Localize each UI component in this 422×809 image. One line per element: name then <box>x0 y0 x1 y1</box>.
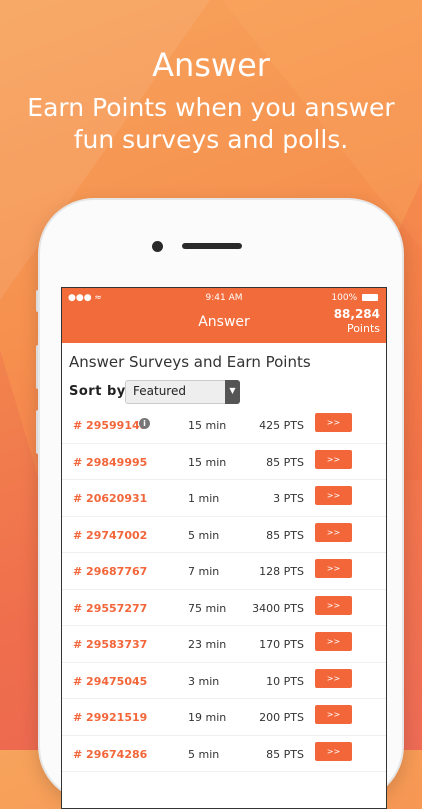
battery-percent: 100% <box>331 293 358 303</box>
survey-points: 425 PTS <box>259 419 304 432</box>
survey-duration: 5 min <box>188 528 220 542</box>
survey-row[interactable]: # 29674286 5 min 85 PTS >> <box>62 736 386 772</box>
survey-duration: 5 min <box>188 747 220 761</box>
survey-row[interactable]: # 29557277 75 min 3400 PTS >> <box>62 590 386 626</box>
survey-row[interactable]: # 29599148 i 15 min 425 PTS >> <box>62 407 386 444</box>
start-survey-button[interactable]: >> <box>315 668 352 688</box>
survey-id[interactable]: # 29687767 <box>73 565 147 578</box>
start-survey-button[interactable]: >> <box>315 449 352 469</box>
survey-duration: 1 min <box>188 492 220 505</box>
start-survey-button[interactable]: >> <box>315 632 352 651</box>
survey-id[interactable]: # 29583737 <box>73 638 147 651</box>
survey-duration: 23 min <box>188 638 227 651</box>
survey-duration: 15 min <box>188 419 227 432</box>
survey-id[interactable]: # 29674286 <box>73 748 147 761</box>
status-bar: ●●● ≈ 9:41 AM 100% <box>62 291 386 305</box>
survey-id[interactable]: # 29921519 <box>73 711 147 724</box>
start-survey-button[interactable]: >> <box>315 705 352 724</box>
start-survey-button[interactable]: >> <box>315 486 352 505</box>
survey-points: 85 PTS <box>266 528 304 542</box>
battery-indicator: 100% <box>331 293 378 303</box>
points-value: 88,284 <box>333 307 380 321</box>
start-survey-button[interactable]: >> <box>315 413 352 432</box>
survey-points: 170 PTS <box>259 638 304 651</box>
survey-points: 85 PTS <box>266 747 304 761</box>
survey-row[interactable]: # 20620931 1 min 3 PTS >> <box>62 480 386 517</box>
points-label: Points <box>346 322 380 335</box>
phone-frame: ●●● ≈ 9:41 AM 100% Answer 88,284 Points … <box>40 200 402 809</box>
survey-id[interactable]: # 29849995 <box>73 456 147 469</box>
page-heading: Answer Surveys and Earn Points <box>69 353 311 371</box>
sort-label: Sort by: <box>69 384 132 399</box>
camera-icon <box>152 241 163 252</box>
survey-row[interactable]: # 29475045 3 min 10 PTS >> <box>62 663 386 699</box>
survey-id[interactable]: # 29599148 <box>73 419 147 432</box>
survey-id[interactable]: # 29747002 <box>73 529 147 542</box>
points-balance[interactable]: 88,284 Points <box>334 307 380 336</box>
survey-row[interactable]: # 29921519 19 min 200 PTS >> <box>62 699 386 736</box>
promo-title: Answer <box>152 46 270 84</box>
sort-select-value: Featured <box>133 384 186 398</box>
survey-points: 85 PTS <box>266 455 304 469</box>
app-bar: ●●● ≈ 9:41 AM 100% Answer 88,284 Points <box>62 288 386 343</box>
speaker-grille <box>182 243 242 249</box>
survey-duration: 19 min <box>188 711 227 724</box>
survey-points: 10 PTS <box>266 674 304 688</box>
promo-subtitle-line: Earn Points when you answer <box>27 93 395 122</box>
promo-subtitle-line: fun surveys and polls. <box>73 125 349 154</box>
survey-row[interactable]: # 29583737 23 min 170 PTS >> <box>62 626 386 663</box>
promo-subtitle: Earn Points when you answer fun surveys … <box>0 92 422 156</box>
survey-points: 3 PTS <box>273 492 304 505</box>
start-survey-button[interactable]: >> <box>315 595 352 615</box>
survey-duration: 7 min <box>188 565 220 578</box>
sort-control: Sort by: Featured ▼ <box>62 379 386 407</box>
start-survey-button[interactable]: >> <box>315 522 352 542</box>
start-survey-button[interactable]: >> <box>315 559 352 578</box>
survey-row[interactable]: # 29747002 5 min 85 PTS >> <box>62 517 386 553</box>
survey-list: # 29599148 i 15 min 425 PTS >> # 29849995 15 m… <box>62 407 386 772</box>
survey-row[interactable]: # 29849995 15 min 85 PTS >> <box>62 444 386 480</box>
survey-id[interactable]: # 20620931 <box>73 492 147 505</box>
battery-icon <box>362 294 378 301</box>
survey-id[interactable]: # 29475045 <box>73 675 147 688</box>
survey-duration: 15 min <box>188 455 227 469</box>
survey-points: 128 PTS <box>259 565 304 578</box>
survey-duration: 3 min <box>188 674 220 688</box>
chevron-down-icon: ▼ <box>225 380 240 404</box>
survey-row[interactable]: # 29687767 7 min 128 PTS >> <box>62 553 386 590</box>
info-icon[interactable]: i <box>139 418 150 429</box>
survey-id[interactable]: # 29557277 <box>73 602 147 615</box>
survey-points: 3400 PTS <box>252 601 304 615</box>
sort-select[interactable]: Featured ▼ <box>125 380 240 404</box>
survey-points: 200 PTS <box>259 711 304 724</box>
app-screen: ●●● ≈ 9:41 AM 100% Answer 88,284 Points … <box>61 287 387 809</box>
start-survey-button[interactable]: >> <box>315 741 352 761</box>
survey-duration: 75 min <box>188 601 227 615</box>
